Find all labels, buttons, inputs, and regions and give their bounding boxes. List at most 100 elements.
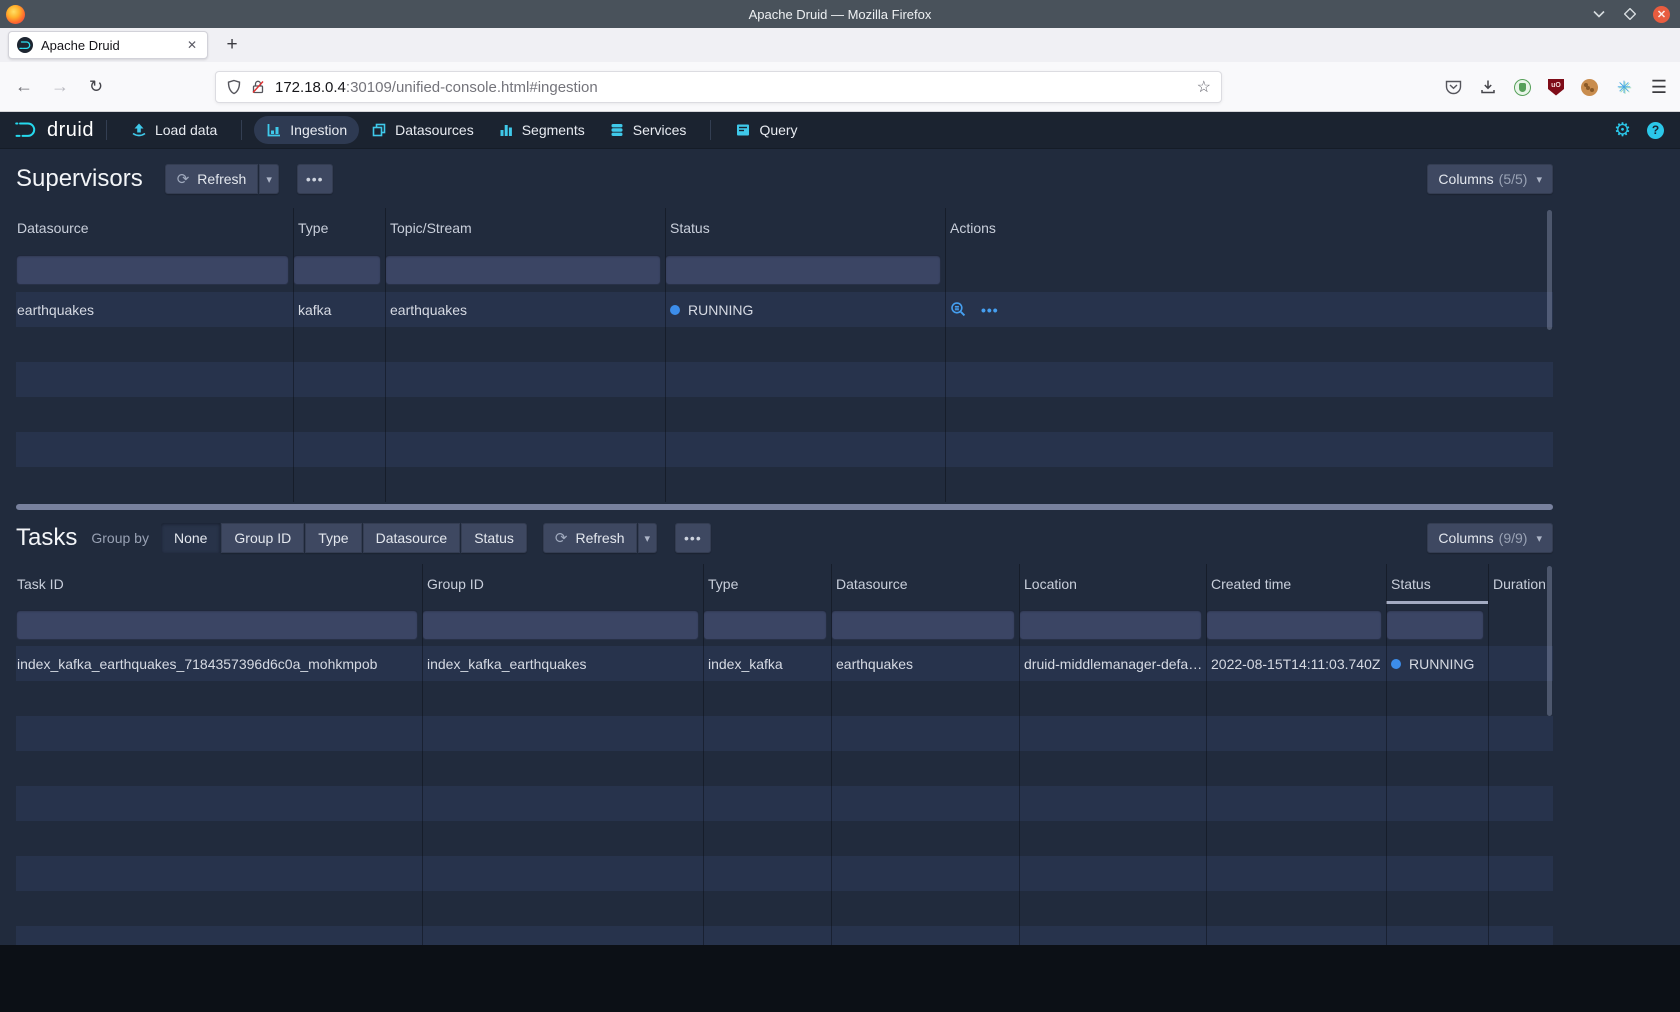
druid-navbar: druid Load data Ingestion Datasources Se xyxy=(0,112,1680,148)
col-header-type[interactable]: Type xyxy=(703,564,831,604)
col-header-type[interactable]: Type xyxy=(293,208,385,248)
tasks-title: Tasks xyxy=(16,524,77,552)
window-maximize-button[interactable] xyxy=(1622,6,1638,22)
hamburger-menu-icon[interactable]: ☰ xyxy=(1650,78,1668,96)
help-icon[interactable]: ? xyxy=(1647,122,1664,139)
filter-input-datasource[interactable] xyxy=(16,255,289,285)
group-by-button-group: None Group ID Type Datasource Status xyxy=(161,523,527,553)
druid-logo[interactable]: druid xyxy=(14,119,94,142)
filter-input-location[interactable] xyxy=(1019,610,1202,640)
col-header-actions[interactable]: Actions xyxy=(945,208,1553,248)
supervisors-refresh-caret-button[interactable]: ▾ xyxy=(259,164,279,194)
nav-item-services[interactable]: Services xyxy=(597,116,699,144)
pocket-icon[interactable] xyxy=(1444,78,1462,96)
nav-item-datasources[interactable]: Datasources xyxy=(359,116,486,144)
shield-icon[interactable] xyxy=(226,79,242,95)
supervisors-horizontal-scrollbar[interactable] xyxy=(16,504,1553,510)
filter-input-type[interactable] xyxy=(703,610,827,640)
settings-gear-icon[interactable]: ⚙ xyxy=(1614,121,1631,140)
running-status-dot xyxy=(670,305,680,315)
group-by-none-button[interactable]: None xyxy=(161,523,220,553)
bookmark-star-icon[interactable]: ☆ xyxy=(1197,77,1211,97)
view-details-icon[interactable] xyxy=(950,301,967,318)
filter-input-group-id[interactable] xyxy=(422,610,699,640)
new-tab-button[interactable]: + xyxy=(218,31,246,59)
url-bar[interactable]: 172.18.0.4:30109/unified-console.html#in… xyxy=(215,71,1222,103)
ublock-origin-icon[interactable]: uO xyxy=(1548,79,1564,96)
cell-created-time: 2022-08-15T14:11:03.740Z xyxy=(1206,656,1386,672)
filter-input-topic-stream[interactable] xyxy=(385,255,661,285)
supervisors-more-button[interactable]: ••• xyxy=(297,164,333,194)
status-label: RUNNING xyxy=(688,302,753,318)
col-header-task-id[interactable]: Task ID xyxy=(16,564,422,604)
nav-item-segments[interactable]: Segments xyxy=(486,116,597,144)
col-header-status[interactable]: Status xyxy=(665,208,945,248)
group-by-type-button[interactable]: Type xyxy=(305,523,361,553)
cell-group-id: index_kafka_earthquakes xyxy=(422,656,703,672)
tasks-empty-rows xyxy=(16,681,1553,945)
extension-asterisk-icon[interactable]: ✳ xyxy=(1615,78,1633,96)
group-by-status-button[interactable]: Status xyxy=(461,523,527,553)
filter-input-task-id[interactable] xyxy=(16,610,418,640)
tab-close-icon[interactable]: ✕ xyxy=(185,36,199,54)
datasources-icon xyxy=(371,122,387,138)
supervisors-vertical-scrollbar[interactable] xyxy=(1547,210,1552,330)
window-close-button[interactable]: ✕ xyxy=(1653,6,1670,23)
browser-toolbar: ← → ↻ 172.18.0.4:30109/unified-console.h… xyxy=(0,62,1680,112)
col-header-location[interactable]: Location xyxy=(1019,564,1206,604)
tasks-more-button[interactable]: ••• xyxy=(675,523,711,553)
tasks-refresh-caret-button[interactable]: ▾ xyxy=(638,523,658,553)
query-icon xyxy=(735,122,751,138)
window-minimize-button[interactable] xyxy=(1591,6,1607,22)
supervisors-columns-button[interactable]: Columns (5/5) ▾ xyxy=(1427,164,1553,194)
task-row[interactable]: index_kafka_earthquakes_7184357396d6c0a_… xyxy=(16,646,1553,681)
group-by-datasource-button[interactable]: Datasource xyxy=(363,523,461,553)
forward-button[interactable]: → xyxy=(46,73,74,101)
col-header-datasource[interactable]: Datasource xyxy=(16,208,293,248)
insecure-lock-icon[interactable] xyxy=(251,79,265,95)
extension-green-icon[interactable] xyxy=(1514,79,1531,96)
row-actions-more-icon[interactable]: ••• xyxy=(981,302,999,318)
cell-task-id: index_kafka_earthquakes_7184357396d6c0a_… xyxy=(16,656,422,672)
tasks-table: Task ID Group ID Type Datasource Locatio… xyxy=(16,564,1553,945)
tasks-refresh-button[interactable]: ⟳ Refresh xyxy=(543,523,637,553)
col-header-group-id[interactable]: Group ID xyxy=(422,564,703,604)
load-data-icon xyxy=(131,122,147,138)
refresh-icon: ⟳ xyxy=(555,529,568,547)
chevron-down-icon: ▾ xyxy=(1536,173,1542,186)
cell-topic-stream: earthquakes xyxy=(385,302,665,318)
services-icon xyxy=(609,122,625,138)
ingestion-icon xyxy=(266,122,282,138)
segments-icon xyxy=(498,122,514,138)
col-header-created-time[interactable]: Created time xyxy=(1206,564,1386,604)
supervisor-row[interactable]: earthquakes kafka earthquakes RUNNING ••… xyxy=(16,292,1553,327)
col-header-duration[interactable]: Duration xyxy=(1488,564,1553,604)
col-header-datasource[interactable]: Datasource xyxy=(831,564,1019,604)
cell-datasource: earthquakes xyxy=(831,656,1019,672)
supervisors-table-header: Datasource Type Topic/Stream Status Acti… xyxy=(16,208,1553,248)
filter-input-datasource[interactable] xyxy=(831,610,1015,640)
supervisors-table: Datasource Type Topic/Stream Status Acti… xyxy=(16,208,1553,502)
cell-actions: ••• xyxy=(945,301,1553,318)
filter-input-status[interactable] xyxy=(665,255,941,285)
nav-item-query[interactable]: Query xyxy=(723,116,809,144)
col-header-status-sorted[interactable]: Status xyxy=(1386,564,1488,604)
nav-item-ingestion[interactable]: Ingestion xyxy=(254,116,359,144)
downloads-icon[interactable] xyxy=(1479,78,1497,96)
tasks-columns-button[interactable]: Columns (9/9) ▾ xyxy=(1427,523,1553,553)
cell-status: RUNNING xyxy=(1386,656,1488,672)
cookie-extension-icon[interactable] xyxy=(1581,79,1598,96)
group-by-group-id-button[interactable]: Group ID xyxy=(221,523,304,553)
col-header-topic-stream[interactable]: Topic/Stream xyxy=(385,208,665,248)
filter-input-status[interactable] xyxy=(1386,610,1484,640)
filter-input-created-time[interactable] xyxy=(1206,610,1382,640)
chevron-down-icon: ▾ xyxy=(266,173,272,186)
reload-button[interactable]: ↻ xyxy=(82,73,110,101)
filter-input-type[interactable] xyxy=(293,255,381,285)
tab-apache-druid[interactable]: Apache Druid ✕ xyxy=(8,31,208,59)
supervisors-refresh-button[interactable]: ⟳ Refresh xyxy=(165,164,259,194)
window-title: Apache Druid — Mozilla Firefox xyxy=(0,7,1680,22)
nav-item-load-data[interactable]: Load data xyxy=(119,116,229,144)
tasks-vertical-scrollbar[interactable] xyxy=(1547,566,1552,716)
back-button[interactable]: ← xyxy=(10,73,38,101)
